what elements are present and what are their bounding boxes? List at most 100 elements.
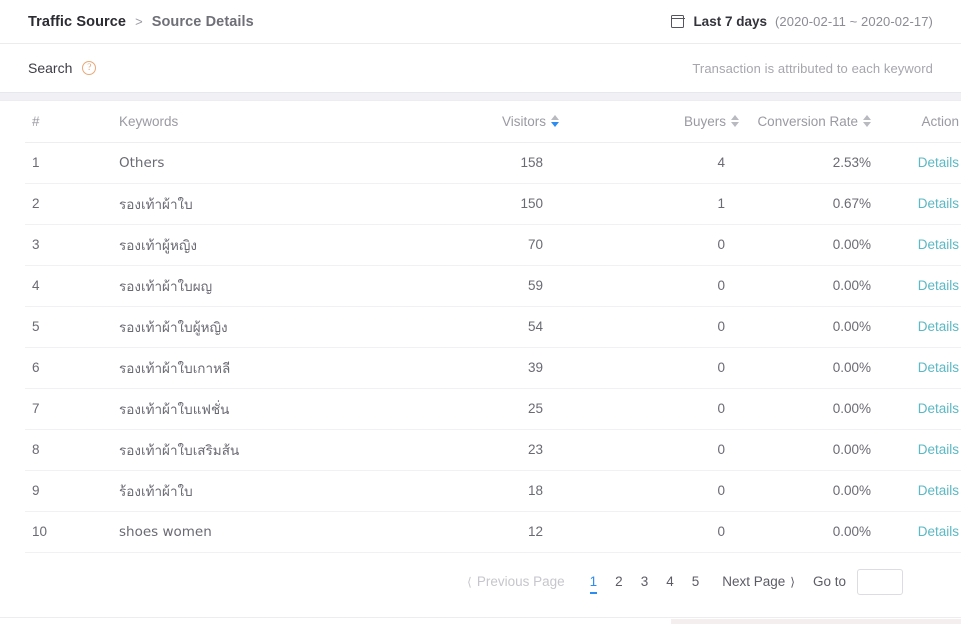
search-bar: Search ? Transaction is attributed to ea…	[0, 44, 961, 92]
table-head: # Keywords Visitors Buyers	[25, 101, 961, 142]
breadcrumb-root[interactable]: Traffic Source	[28, 14, 126, 30]
section-divider	[0, 92, 961, 101]
date-range-picker[interactable]: Last 7 days (2020-02-11 ~ 2020-02-17)	[671, 14, 933, 29]
search-label[interactable]: Search	[28, 60, 72, 76]
cell-buyers: 0	[571, 511, 743, 552]
cell-visitors: 18	[375, 470, 571, 511]
cell-conversion-rate: 0.00%	[743, 511, 871, 552]
cell-buyers: 0	[571, 347, 743, 388]
details-link[interactable]: Details	[918, 360, 959, 375]
cell-keyword: shoes women	[119, 524, 212, 540]
column-header-buyers-label: Buyers	[684, 114, 726, 129]
keywords-table-wrapper: # Keywords Visitors Buyers	[0, 101, 961, 595]
column-header-visitors[interactable]: Visitors	[375, 101, 571, 142]
table-row: 10shoes women1200.00%Details	[25, 511, 961, 552]
calendar-icon	[671, 15, 684, 28]
sort-control-visitors[interactable]	[551, 115, 559, 127]
details-link[interactable]: Details	[918, 155, 959, 170]
cell-index: 9	[25, 470, 61, 511]
cell-keyword: รองเท้าผ้าใบเสริมส้น	[119, 443, 239, 459]
details-link[interactable]: Details	[918, 524, 959, 539]
question-mark-circle-icon[interactable]: ?	[82, 61, 96, 75]
page-number-5[interactable]: 5	[692, 574, 700, 594]
details-link[interactable]: Details	[918, 401, 959, 416]
cell-index: 6	[25, 347, 61, 388]
cell-index: 5	[25, 306, 61, 347]
cell-buyers: 0	[571, 388, 743, 429]
cell-index: 1	[25, 142, 61, 183]
date-range-label: Last 7 days	[693, 14, 767, 29]
details-link[interactable]: Details	[918, 278, 959, 293]
previous-page-label: Previous Page	[477, 574, 565, 589]
bottom-strip	[0, 612, 961, 624]
chevron-left-icon: ⟨	[467, 576, 472, 588]
details-link[interactable]: Details	[918, 442, 959, 457]
table-row: 4รองเท้าผ้าใบผญ5900.00%Details	[25, 265, 961, 306]
cell-buyers: 4	[571, 142, 743, 183]
cell-visitors: 25	[375, 388, 571, 429]
visitors-header-inner: Visitors	[502, 114, 559, 129]
table-body: 1Others15842.53%Details2รองเท้าผ้าใบ1501…	[25, 142, 961, 552]
cell-keyword: รองเท้าผ้าใบเกาหลี	[119, 361, 230, 377]
sort-ascending-icon[interactable]	[863, 115, 871, 120]
details-link[interactable]: Details	[918, 237, 959, 252]
date-range-value: (2020-02-11 ~ 2020-02-17)	[775, 14, 933, 29]
goto-page-input[interactable]	[857, 569, 903, 595]
sort-descending-icon[interactable]	[551, 122, 559, 127]
sort-ascending-icon[interactable]	[551, 115, 559, 120]
next-page-button[interactable]: Next Page ⟩	[722, 574, 795, 589]
chevron-right-icon: ⟩	[790, 576, 795, 588]
column-header-conversion-rate[interactable]: Conversion Rate	[743, 101, 871, 142]
page-number-2[interactable]: 2	[615, 574, 623, 594]
breadcrumb-current: Source Details	[152, 14, 254, 30]
cell-buyers: 0	[571, 224, 743, 265]
table-row: 8รองเท้าผ้าใบเสริมส้น2300.00%Details	[25, 429, 961, 470]
cell-visitors: 158	[375, 142, 571, 183]
bottom-divider	[0, 617, 961, 618]
column-header-index: #	[25, 101, 61, 142]
column-header-keywords: Keywords	[61, 101, 375, 142]
conversion-header-inner: Conversion Rate	[757, 114, 871, 129]
cell-visitors: 12	[375, 511, 571, 552]
page-number-3[interactable]: 3	[641, 574, 649, 594]
cell-conversion-rate: 2.53%	[743, 142, 871, 183]
cell-index: 4	[25, 265, 61, 306]
page-number-1[interactable]: 1	[590, 574, 598, 594]
table-row: 3รองเท้าผู้หญิง7000.00%Details	[25, 224, 961, 265]
sort-control-buyers[interactable]	[731, 115, 739, 127]
cell-index: 3	[25, 224, 61, 265]
cell-buyers: 0	[571, 429, 743, 470]
details-link[interactable]: Details	[918, 319, 959, 334]
previous-page-button[interactable]: ⟨ Previous Page	[467, 574, 565, 589]
cell-visitors: 59	[375, 265, 571, 306]
cell-buyers: 0	[571, 265, 743, 306]
breadcrumb-separator: >	[135, 14, 143, 29]
sort-descending-icon[interactable]	[863, 122, 871, 127]
page-number-4[interactable]: 4	[666, 574, 674, 594]
page-number-list: 12345	[581, 574, 709, 589]
breadcrumb-bar: Traffic Source > Source Details Last 7 d…	[0, 0, 961, 44]
attribution-note: Transaction is attributed to each keywor…	[692, 61, 933, 76]
cell-index: 2	[25, 183, 61, 224]
cell-conversion-rate: 0.00%	[743, 388, 871, 429]
cell-visitors: 70	[375, 224, 571, 265]
cell-index: 7	[25, 388, 61, 429]
buyers-header-inner: Buyers	[684, 114, 739, 129]
goto-label: Go to	[813, 574, 846, 589]
column-header-conversion-label: Conversion Rate	[757, 114, 858, 129]
source-details-page: Traffic Source > Source Details Last 7 d…	[0, 0, 961, 624]
column-header-buyers[interactable]: Buyers	[571, 101, 743, 142]
sort-ascending-icon[interactable]	[731, 115, 739, 120]
cell-conversion-rate: 0.00%	[743, 265, 871, 306]
details-link[interactable]: Details	[918, 196, 959, 211]
sort-control-conversion[interactable]	[863, 115, 871, 127]
cell-keyword: รองเท้าผู้หญิง	[119, 238, 197, 254]
cell-conversion-rate: 0.00%	[743, 306, 871, 347]
table-row: 5รองเท้าผ้าใบผู้หญิง5400.00%Details	[25, 306, 961, 347]
details-link[interactable]: Details	[918, 483, 959, 498]
sort-descending-icon[interactable]	[731, 122, 739, 127]
bottom-accent-bar	[671, 619, 961, 624]
cell-visitors: 23	[375, 429, 571, 470]
next-page-label: Next Page	[722, 574, 785, 589]
cell-buyers: 0	[571, 470, 743, 511]
